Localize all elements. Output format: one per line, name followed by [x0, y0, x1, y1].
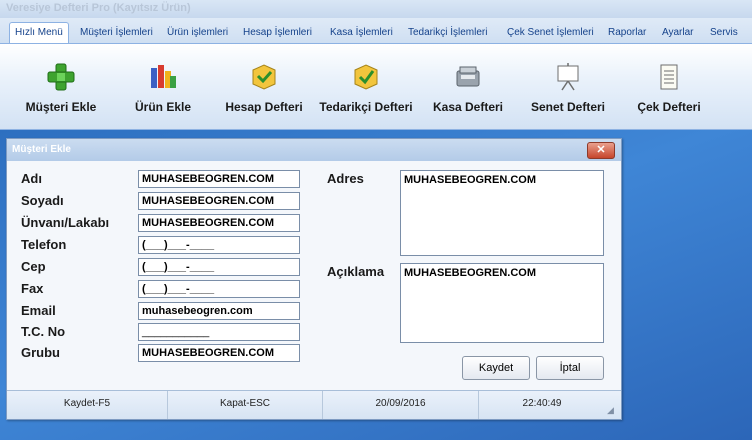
- email-input[interactable]: muhasebeogren.com: [138, 302, 300, 320]
- cep-label: Cep: [21, 259, 46, 274]
- grubu-label: Grubu: [21, 345, 60, 360]
- aciklama-textarea[interactable]: MUHASEBEOGREN.COM: [400, 263, 604, 343]
- dialog-title: Müşteri Ekle: [7, 139, 621, 161]
- grubu-input[interactable]: MUHASEBEOGREN.COM: [138, 344, 300, 362]
- hesap-defteri-button[interactable]: Hesap Defteri: [223, 62, 305, 114]
- kasa-defteri-button[interactable]: Kasa Defteri: [430, 62, 506, 114]
- cep-input[interactable]: (___)___-____: [138, 258, 300, 276]
- fax-label: Fax: [21, 281, 44, 296]
- products-icon: [151, 65, 176, 88]
- tab-hesap-islemleri[interactable]: Hesap İşlemleri: [238, 24, 317, 42]
- soyadi-label: Soyadı: [21, 193, 64, 208]
- adres-label: Adres: [327, 171, 364, 186]
- senet-defteri-label: Senet Defteri: [530, 100, 606, 114]
- tc-label: T.C. No: [21, 324, 66, 339]
- tab-musteri-islemleri[interactable]: Müşteri İşlemleri: [75, 24, 158, 42]
- tc-input[interactable]: ___________: [138, 323, 300, 341]
- tab-servis[interactable]: Servis: [705, 24, 743, 42]
- account-book-icon: [252, 64, 276, 90]
- aciklama-label: Açıklama: [327, 264, 385, 279]
- ribbon-tab-bar: Hızlı Menü Müşteri İşlemleri Ürün işleml…: [0, 18, 752, 43]
- status-save-hint: Kaydet-F5: [7, 391, 168, 419]
- close-icon: ✕: [596, 144, 606, 156]
- cek-defteri-label: Çek Defteri: [637, 100, 701, 114]
- tedarikci-defteri-button[interactable]: Tedarikçi Defteri: [316, 62, 416, 114]
- musteri-ekle-label: Müşteri Ekle: [25, 100, 97, 114]
- adi-input[interactable]: MUHASEBEOGREN.COM: [138, 170, 300, 188]
- kasa-defteri-label: Kasa Defteri: [432, 100, 504, 114]
- soyadi-input[interactable]: MUHASEBEOGREN.COM: [138, 192, 300, 210]
- email-label: Email: [21, 303, 56, 318]
- cash-register-icon: [456, 66, 480, 87]
- tab-cek-senet-islemleri[interactable]: Çek Senet İşlemleri: [502, 24, 599, 42]
- status-bar: Kaydet-F5 Kapat-ESC 20/09/2016 22:40:49 …: [7, 390, 621, 419]
- unvan-label: Ünvanı/Lakabı: [21, 215, 110, 230]
- musteri-ekle-button[interactable]: Müşteri Ekle: [22, 62, 100, 114]
- fax-input[interactable]: (___)___-____: [138, 280, 300, 298]
- tab-kasa-islemleri[interactable]: Kasa İşlemleri: [325, 24, 398, 42]
- status-close-hint: Kapat-ESC: [168, 391, 323, 419]
- urun-ekle-button[interactable]: Ürün Ekle: [130, 62, 196, 114]
- checkbook-icon: [660, 64, 678, 90]
- tab-ayarlar[interactable]: Ayarlar: [657, 24, 699, 42]
- urun-ekle-label: Ürün Ekle: [134, 100, 191, 114]
- close-button[interactable]: ✕: [587, 142, 615, 159]
- status-time: 22:40:49: [522, 398, 562, 409]
- hesap-defteri-label: Hesap Defteri: [225, 100, 303, 114]
- add-customer-icon: [47, 63, 75, 91]
- tab-tedarikci-islemleri[interactable]: Tedarikçi İşlemleri: [403, 24, 492, 42]
- tab-hizli-menu[interactable]: Hızlı Menü: [9, 22, 69, 43]
- iptal-button[interactable]: İptal: [536, 356, 604, 380]
- resize-grip-icon[interactable]: ◢: [607, 405, 617, 415]
- senet-defteri-button[interactable]: Senet Defteri: [528, 62, 608, 114]
- tab-raporlar[interactable]: Raporlar: [603, 24, 651, 42]
- telefon-label: Telefon: [21, 237, 67, 252]
- telefon-input[interactable]: (___)___-____: [138, 236, 300, 254]
- adres-textarea[interactable]: MUHASEBEOGREN.COM: [400, 170, 604, 256]
- cek-defteri-button[interactable]: Çek Defteri: [632, 62, 706, 114]
- app-title: Veresiye Defteri Pro (Kayıtsız Ürün): [0, 0, 752, 18]
- tedarikci-defteri-label: Tedarikçi Defteri: [319, 100, 413, 114]
- musteri-ekle-dialog: Müşteri Ekle ✕ Adı Soyadı Ünvanı/Lakabı …: [6, 138, 622, 420]
- supplier-book-icon: [354, 64, 378, 90]
- ribbon-panel: Müşteri Ekle Ürün Ekle Hesap Defteri Ted…: [0, 43, 752, 130]
- status-date: 20/09/2016: [323, 391, 479, 419]
- unvan-input[interactable]: MUHASEBEOGREN.COM: [138, 214, 300, 232]
- tab-urun-islemleri[interactable]: Ürün işlemleri: [162, 24, 233, 42]
- presentation-board-icon: [557, 63, 579, 91]
- kaydet-button[interactable]: Kaydet: [462, 356, 530, 380]
- adi-label: Adı: [21, 171, 42, 186]
